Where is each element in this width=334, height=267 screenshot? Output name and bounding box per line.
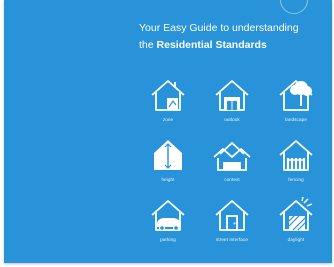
cover-title-prefix: the bbox=[139, 39, 154, 51]
topic-street-interface: street interface bbox=[202, 196, 262, 252]
topic-label: context bbox=[224, 177, 240, 182]
house-with-sun-rays-icon bbox=[279, 196, 313, 231]
house-with-window-icon bbox=[215, 80, 249, 111]
topic-landscape: landscape bbox=[266, 76, 326, 132]
guide-cover: Your Easy Guide to understanding the Res… bbox=[4, 0, 332, 263]
house-neighbour-roofs-icon bbox=[213, 142, 251, 171]
topic-daylight: daylight bbox=[266, 196, 326, 252]
topic-zone: zone bbox=[138, 76, 198, 132]
topic-icon-grid: zone outlook landscape height context fe… bbox=[138, 76, 328, 254]
topic-label: street interface bbox=[216, 237, 248, 242]
cover-title-emphasis: Residential Standards bbox=[156, 39, 267, 51]
topic-outlook: outlook bbox=[202, 76, 262, 132]
topic-label: height bbox=[161, 177, 175, 182]
house-with-fence-icon bbox=[279, 140, 313, 171]
house-with-zone-map-icon bbox=[151, 80, 185, 111]
decorative-ring-icon bbox=[280, 0, 308, 14]
topic-label: daylight bbox=[287, 237, 305, 242]
cover-title-line-1: Your Easy Guide to understanding bbox=[139, 22, 299, 34]
house-with-door-icon bbox=[215, 200, 249, 231]
house-with-car-icon bbox=[151, 200, 185, 232]
cover-title: Your Easy Guide to understanding the Res… bbox=[139, 20, 329, 54]
house-height-icon bbox=[154, 140, 182, 170]
topic-label: landscape bbox=[285, 117, 307, 122]
topic-label: zone bbox=[162, 117, 174, 122]
topic-context: context bbox=[202, 136, 262, 192]
topic-label: parking bbox=[160, 237, 176, 242]
house-with-tree-icon bbox=[279, 80, 313, 111]
cover-title-line-2: the Residential Standards bbox=[139, 37, 329, 54]
topic-height: height bbox=[138, 136, 198, 192]
topic-label: fencing bbox=[288, 177, 304, 182]
topic-parking: parking bbox=[138, 196, 198, 252]
topic-fencing: fencing bbox=[266, 136, 326, 192]
topic-label: outlook bbox=[224, 117, 240, 122]
